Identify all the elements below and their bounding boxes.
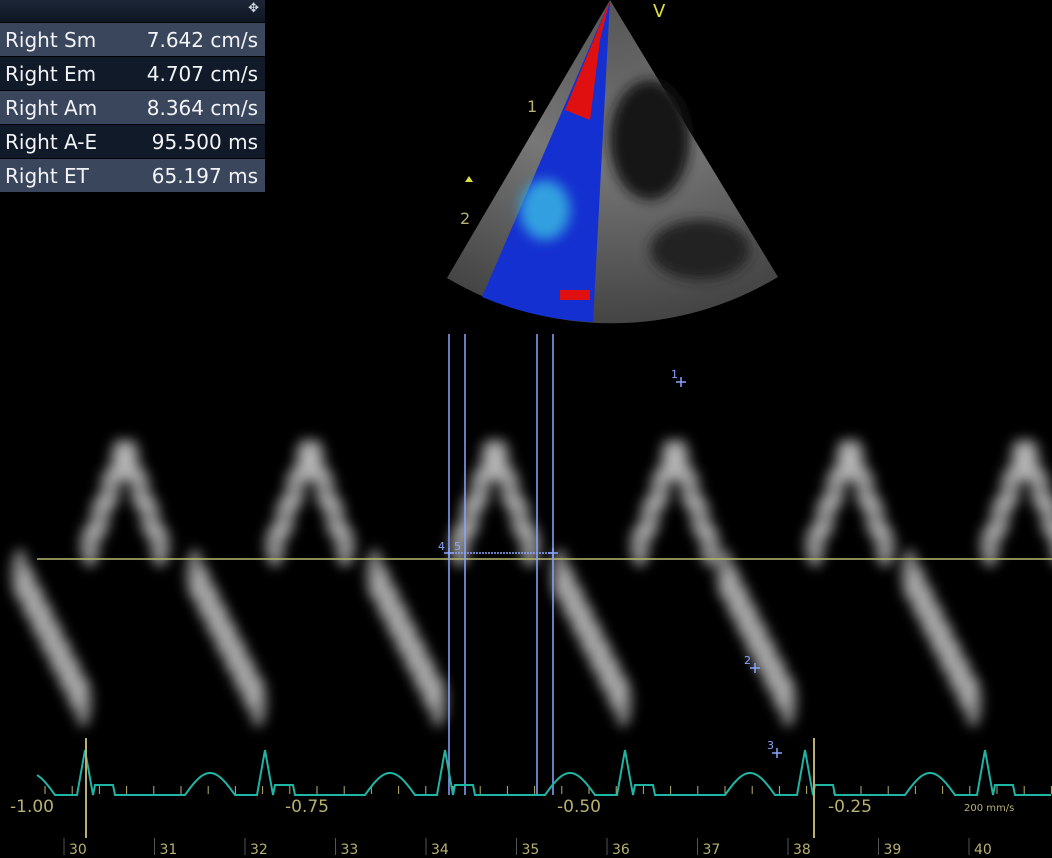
spectrum-blob — [150, 523, 170, 567]
spectrum-blob — [249, 675, 267, 727]
ruler-label: 32 — [250, 842, 268, 858]
time-label: -0.25 — [828, 797, 872, 817]
depth-mark-1: 1 — [527, 97, 537, 116]
caliper-lines[interactable] — [448, 334, 554, 795]
ruler-label: 38 — [793, 842, 811, 858]
ultrasound-display: V 1 2 — [11, 0, 1052, 855]
marker-label: 4 — [438, 540, 445, 553]
orientation-marker: V — [653, 1, 666, 22]
marker-label: 2 — [744, 654, 751, 667]
doppler-spectrum — [11, 439, 1052, 727]
ruler-label: 40 — [974, 842, 992, 858]
sweep-speed: 200 mm/s — [964, 803, 1015, 814]
time-label: -0.50 — [557, 797, 601, 817]
time-label: -0.75 — [285, 797, 329, 817]
depth-mark-2: 2 — [460, 209, 470, 228]
ruler-label: 33 — [340, 842, 359, 858]
spectrum-blob — [74, 675, 92, 727]
marker-label: 1 — [671, 368, 678, 381]
ruler-label: 39 — [883, 842, 902, 858]
marker-label: 3 — [767, 739, 774, 752]
marker-label: 5 — [454, 540, 461, 553]
ruler-label: 37 — [702, 842, 721, 858]
ruler-label: 34 — [431, 842, 449, 858]
spectrum-blob — [335, 523, 355, 567]
ruler-label: 31 — [159, 842, 178, 858]
ruler-label: 35 — [521, 842, 540, 858]
focus-marker — [465, 176, 473, 182]
spectrum-blob — [875, 523, 895, 567]
ruler — [63, 838, 970, 855]
spectrum-blob — [700, 523, 720, 567]
ecg-trace — [36, 749, 1051, 796]
ruler-label: 36 — [612, 842, 630, 858]
spectrum-blob — [779, 675, 797, 727]
time-label: -1.00 — [10, 797, 54, 817]
2d-sector-image — [447, 0, 778, 324]
spectrum-blob — [429, 675, 447, 727]
spectrum-blob — [614, 675, 632, 727]
spectrum-blob — [964, 675, 982, 727]
ruler-label: 30 — [69, 842, 87, 858]
